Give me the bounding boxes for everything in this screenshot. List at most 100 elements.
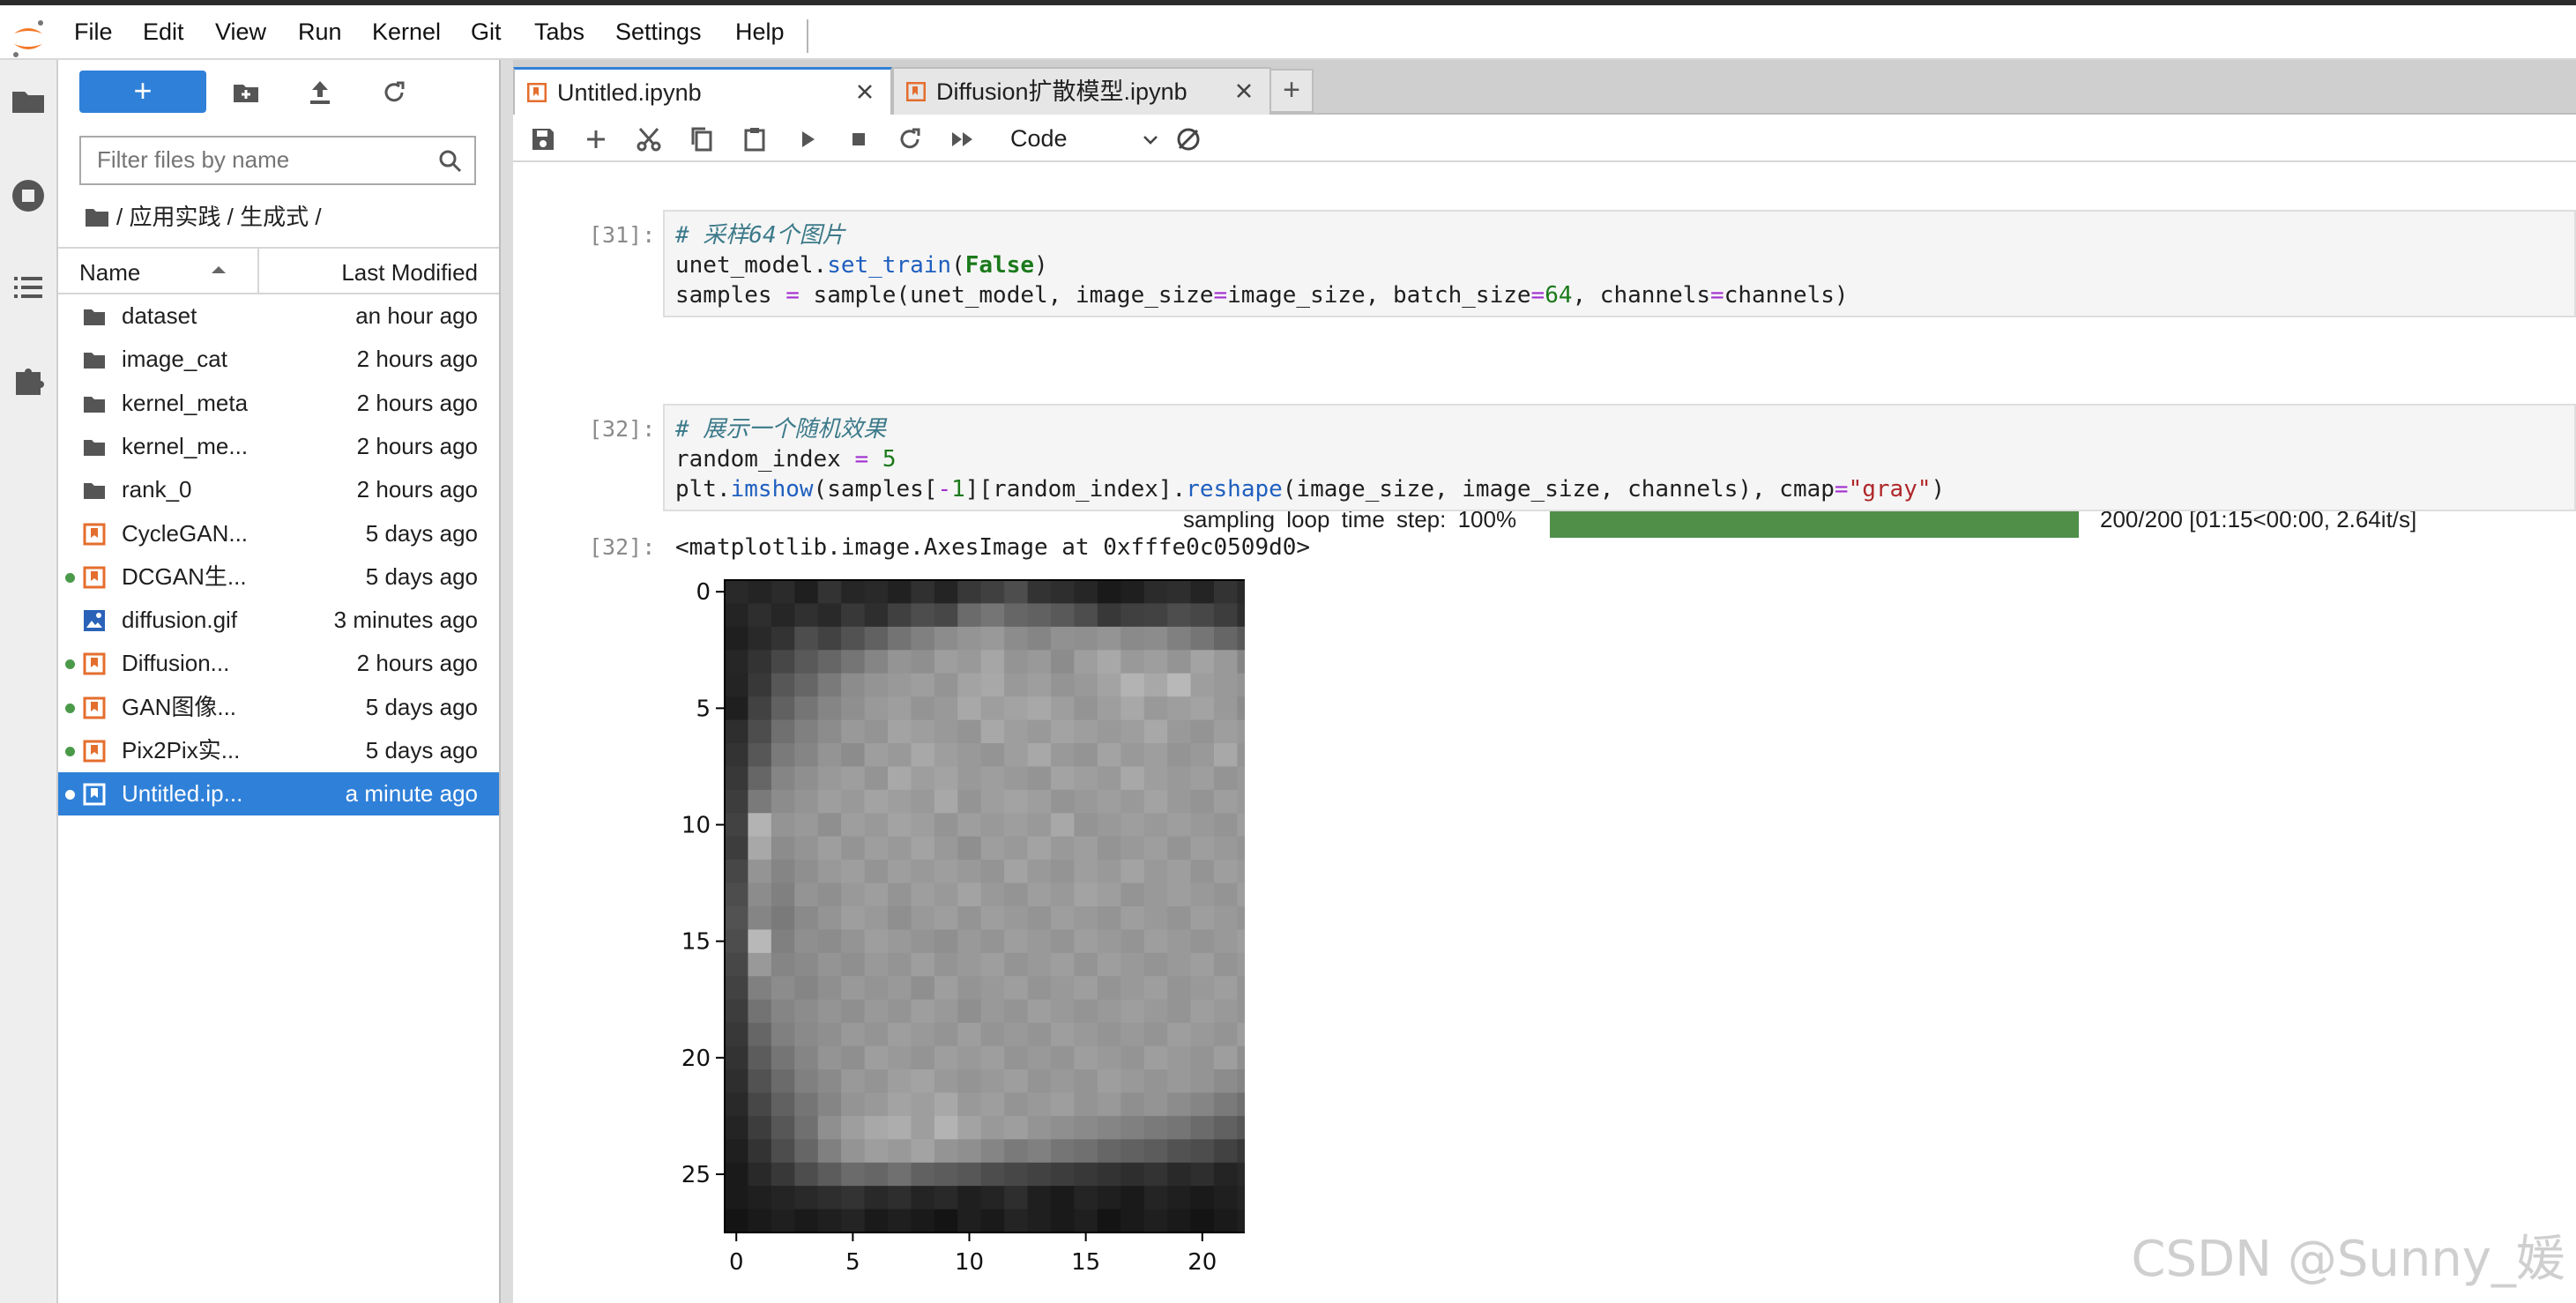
cut-icon[interactable]	[635, 125, 663, 153]
heatmap-cell	[1237, 696, 1245, 721]
code-cell-31[interactable]: # 采样64个图片 unet_model.set_train(False) sa…	[663, 210, 2576, 317]
heatmap-cell	[1167, 952, 1192, 977]
heatmap-cell	[1214, 1069, 1239, 1094]
menu-run[interactable]: Run	[298, 5, 342, 58]
heatmap-cell	[1004, 719, 1029, 744]
copy-icon[interactable]	[688, 125, 716, 153]
heatmap-cell	[1051, 1023, 1076, 1047]
code-editor[interactable]: # 采样64个图片 unet_model.set_train(False) sa…	[665, 212, 2574, 310]
run-icon[interactable]	[793, 125, 822, 153]
save-icon[interactable]	[529, 125, 557, 153]
heatmap-cell	[934, 603, 958, 628]
file-row[interactable]: CycleGAN... 5 days ago	[58, 512, 499, 555]
heatmap-cell	[1167, 650, 1192, 674]
notebook-toolbar: Code	[513, 115, 2576, 162]
heatmap-cell	[1074, 1092, 1098, 1117]
file-name: DCGAN生...	[122, 562, 247, 590]
heatmap-cell	[1190, 813, 1215, 838]
column-name[interactable]: Name	[79, 259, 140, 287]
heatmap-cell	[1120, 673, 1145, 697]
file-row[interactable]: kernel_me... 2 hours ago	[58, 425, 499, 468]
cell-type-dropdown[interactable]: Code	[1010, 122, 1160, 155]
stop-icon[interactable]	[845, 125, 873, 153]
menu-edit[interactable]: Edit	[143, 5, 184, 58]
heatmap-cell	[888, 580, 912, 605]
heatmap-cell	[957, 952, 982, 977]
menu-file[interactable]: File	[74, 5, 113, 58]
heatmap-cell	[957, 743, 982, 768]
heatmap-cell	[911, 603, 935, 628]
menu-git[interactable]: Git	[471, 5, 502, 58]
tab-diffusion[interactable]: Diffusion扩散模型.ipynb	[892, 67, 1271, 115]
heatmap-cell	[911, 650, 935, 674]
folder-icon	[84, 439, 105, 456]
file-row[interactable]: dataset an hour ago	[58, 294, 499, 338]
heatmap-cell	[1143, 603, 1168, 628]
heatmap-cell	[1027, 929, 1052, 954]
code-editor[interactable]: # 展示一个随机效果 random_index = 5 plt.imshow(s…	[665, 406, 2574, 504]
heatmap-cell	[980, 929, 1005, 954]
x-tick-label: 0	[729, 1249, 744, 1276]
heatmap-cell	[1167, 719, 1192, 744]
file-row[interactable]: image_cat 2 hours ago	[58, 338, 499, 381]
refresh-icon[interactable]	[379, 78, 409, 108]
folder-icon[interactable]	[9, 81, 48, 120]
menu-view[interactable]: View	[215, 5, 266, 58]
close-icon[interactable]	[853, 80, 876, 103]
column-last-modified[interactable]: Last Modified	[341, 259, 478, 287]
table-of-contents-icon[interactable]	[9, 268, 48, 307]
heatmap-cell	[957, 1046, 982, 1070]
kernel-status-icon[interactable]	[1174, 125, 1202, 153]
restart-run-all-icon[interactable]	[949, 125, 977, 153]
file-row[interactable]: GAN图像... 5 days ago	[58, 686, 499, 729]
close-icon[interactable]	[1232, 79, 1255, 102]
new-launcher-button[interactable]: +	[79, 71, 206, 113]
file-row[interactable]: Untitled.ip... a minute ago	[58, 772, 499, 816]
code-cell-32[interactable]: # 展示一个随机效果 random_index = 5 plt.imshow(s…	[663, 404, 2576, 511]
heatmap-cell	[864, 1115, 889, 1140]
add-tab-button[interactable]: +	[1269, 69, 1314, 113]
heatmap-cell	[1004, 929, 1029, 954]
heatmap-cell	[864, 1046, 889, 1070]
notebook-panel: [31]: # 采样64个图片 unet_model.set_train(Fal…	[513, 162, 2576, 1303]
heatmap-cell	[1167, 1115, 1192, 1140]
file-row[interactable]: rank_0 2 hours ago	[58, 468, 499, 511]
heatmap-cell	[980, 836, 1005, 860]
heatmap-cell	[748, 789, 772, 814]
heatmap-cell	[934, 952, 958, 977]
heatmap-cell	[1027, 813, 1052, 838]
menu-kernel[interactable]: Kernel	[372, 5, 441, 58]
heatmap-cell	[771, 1162, 795, 1187]
heatmap-cell	[1120, 952, 1145, 977]
filter-files-input[interactable]	[81, 138, 423, 182]
file-row[interactable]: kernel_meta 2 hours ago	[58, 382, 499, 425]
menu-help[interactable]: Help	[735, 5, 785, 58]
heatmap-cell	[1167, 580, 1192, 605]
file-row[interactable]: DCGAN生... 5 days ago	[58, 555, 499, 599]
file-row[interactable]: Diffusion... 2 hours ago	[58, 642, 499, 685]
insert-cell-icon[interactable]	[582, 125, 610, 153]
menu-tabs[interactable]: Tabs	[534, 5, 584, 58]
heatmap-cell	[1074, 952, 1098, 977]
extensions-puzzle-icon[interactable]	[9, 360, 48, 398]
file-row[interactable]: Pix2Pix实... 5 days ago	[58, 729, 499, 772]
tab-untitled[interactable]: Untitled.ipynb	[513, 67, 892, 116]
file-row[interactable]: diffusion.gif 3 minutes ago	[58, 599, 499, 642]
heatmap-cell	[1120, 1115, 1145, 1140]
column-divider[interactable]	[257, 249, 259, 293]
breadcrumb-path[interactable]: / 应用实践 / 生成式 /	[116, 201, 322, 233]
menu-settings[interactable]: Settings	[615, 5, 702, 58]
heatmap-cell	[864, 1023, 889, 1047]
sort-ascending-icon[interactable]	[208, 259, 229, 280]
restart-icon[interactable]	[896, 125, 924, 153]
paste-icon[interactable]	[741, 125, 769, 153]
heatmap-cell	[1214, 580, 1239, 605]
heatmap-cell	[748, 766, 772, 791]
heatmap-cell	[888, 766, 912, 791]
upload-icon[interactable]	[305, 78, 335, 108]
folder-icon[interactable]	[85, 206, 109, 227]
running-kernels-icon[interactable]	[9, 176, 48, 215]
heatmap-cell	[1167, 999, 1192, 1024]
new-folder-icon[interactable]	[231, 78, 261, 108]
panel-splitter[interactable]	[501, 60, 513, 1303]
